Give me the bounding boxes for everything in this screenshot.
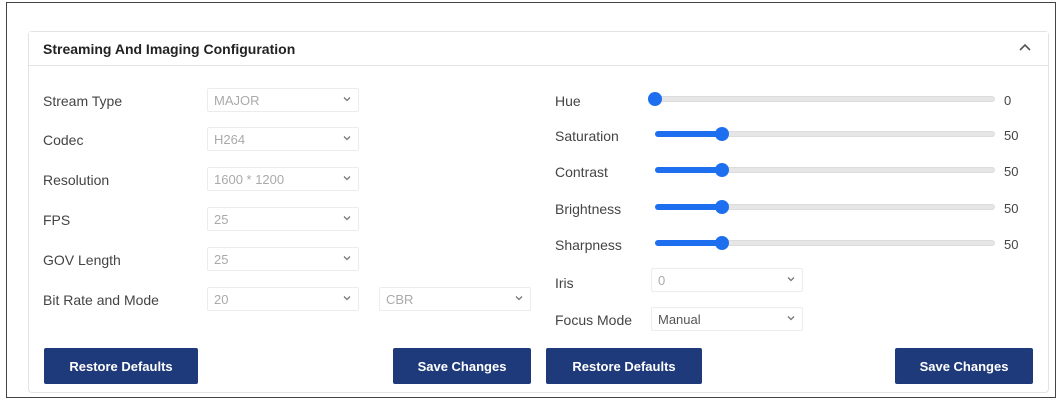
stream-restore-defaults-button[interactable]: Restore Defaults	[44, 348, 198, 384]
stream-type-label: Stream Type	[43, 93, 123, 109]
stream-save-changes-button[interactable]: Save Changes	[393, 348, 531, 384]
gov-length-select[interactable]: 25	[207, 247, 359, 271]
slider-thumb[interactable]	[714, 127, 729, 141]
rate-mode-value: CBR	[386, 292, 414, 307]
bit-rate-label: Bit Rate and Mode	[43, 292, 159, 308]
sharpness-label: Sharpness	[555, 237, 622, 253]
brightness-slider[interactable]	[655, 197, 995, 217]
fps-select[interactable]: 25	[207, 207, 359, 231]
codec-value: H264	[214, 132, 246, 147]
iris-value: 0	[658, 273, 666, 288]
slider-thumb[interactable]	[714, 236, 729, 250]
fps-value: 25	[214, 212, 229, 227]
resolution-value: 1600 * 1200	[214, 172, 285, 187]
codec-select[interactable]: H264	[207, 127, 359, 151]
chevron-down-icon	[343, 256, 351, 261]
rate-mode-select[interactable]: CBR	[379, 287, 531, 311]
focus-mode-select[interactable]: Manual	[651, 307, 803, 331]
imaging-restore-defaults-button[interactable]: Restore Defaults	[546, 348, 702, 384]
streaming-imaging-panel: Streaming And Imaging Configuration Stre…	[28, 31, 1049, 393]
stream-type-select[interactable]: MAJOR	[207, 88, 359, 112]
chevron-down-icon	[787, 277, 795, 282]
resolution-select[interactable]: 1600 * 1200	[207, 167, 359, 191]
slider-fill	[655, 131, 722, 137]
hue-label: Hue	[555, 93, 581, 109]
iris-label: Iris	[555, 275, 574, 291]
chevron-up-icon[interactable]	[1016, 40, 1034, 56]
chevron-down-icon	[343, 216, 351, 221]
slider-thumb[interactable]	[714, 200, 729, 214]
slider-track	[655, 96, 995, 102]
slider-thumb[interactable]	[714, 163, 729, 177]
stream-type-value: MAJOR	[214, 93, 260, 108]
saturation-label: Saturation	[555, 128, 619, 144]
chevron-down-icon	[343, 176, 351, 181]
hue-value: 0	[1004, 93, 1012, 108]
saturation-slider[interactable]	[655, 124, 995, 144]
slider-fill	[655, 167, 722, 173]
focus-mode-value: Manual	[658, 312, 701, 327]
sharpness-value: 50	[1004, 237, 1019, 252]
slider-fill	[655, 204, 722, 210]
focus-mode-label: Focus Mode	[555, 312, 633, 328]
iris-select[interactable]: 0	[651, 268, 803, 292]
slider-fill	[655, 240, 722, 246]
chevron-down-icon	[343, 296, 351, 301]
gov-length-label: GOV Length	[43, 252, 121, 268]
saturation-value: 50	[1004, 128, 1019, 143]
panel-header: Streaming And Imaging Configuration	[29, 32, 1048, 66]
chevron-down-icon	[343, 136, 351, 141]
hue-slider[interactable]	[648, 89, 995, 109]
bit-rate-select[interactable]: 20	[207, 287, 359, 311]
chevron-down-icon	[787, 316, 795, 321]
resolution-label: Resolution	[43, 172, 110, 188]
contrast-label: Contrast	[555, 164, 608, 180]
brightness-label: Brightness	[555, 201, 622, 217]
chevron-down-icon	[343, 97, 351, 102]
slider-thumb[interactable]	[648, 92, 662, 106]
window-frame: Streaming And Imaging Configuration Stre…	[6, 2, 1056, 398]
imaging-save-changes-button[interactable]: Save Changes	[895, 348, 1033, 384]
brightness-value: 50	[1004, 201, 1019, 216]
bit-rate-value: 20	[214, 292, 229, 307]
panel-title: Streaming And Imaging Configuration	[43, 41, 296, 57]
chevron-down-icon	[515, 296, 523, 301]
contrast-value: 50	[1004, 164, 1019, 179]
codec-label: Codec	[43, 132, 84, 148]
sharpness-slider[interactable]	[655, 233, 995, 253]
gov-length-value: 25	[214, 252, 229, 267]
contrast-slider[interactable]	[655, 160, 995, 180]
fps-label: FPS	[43, 212, 71, 228]
